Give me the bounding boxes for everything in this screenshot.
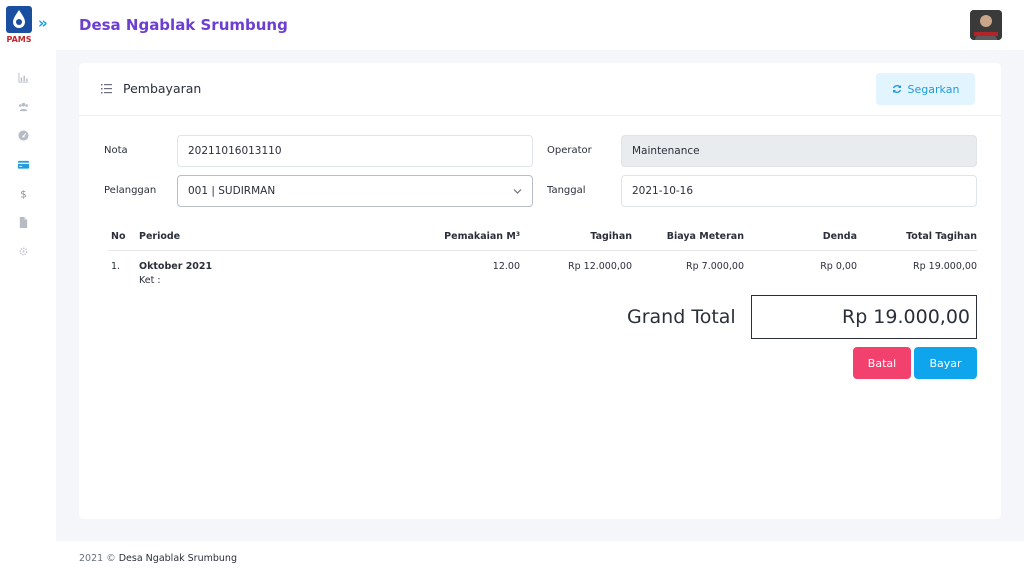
sidebar-item-finance[interactable]: $ <box>0 182 46 204</box>
sidebar-item-chart[interactable] <box>0 66 46 88</box>
sidebar-toggle-icon[interactable]: » <box>38 14 54 32</box>
pelanggan-select[interactable]: 001 | SUDIRMAN <box>177 175 533 207</box>
table-header-divider <box>108 250 977 251</box>
batal-button[interactable]: Batal <box>853 347 911 379</box>
pams-logo[interactable]: PAMS <box>6 6 32 44</box>
grand-total-label: Grand Total <box>627 306 736 328</box>
nota-field[interactable]: 20211016013110 <box>177 135 533 167</box>
user-avatar[interactable] <box>970 10 1002 40</box>
row-denda: Rp 0,00 <box>820 261 857 272</box>
row-periode: Oktober 2021 <box>139 261 213 272</box>
app-title: Desa Ngablak Srumbung <box>79 16 288 34</box>
bayar-button[interactable]: Bayar <box>914 347 977 379</box>
sidebar-item-users[interactable] <box>0 95 46 117</box>
row-biaya-meteran: Rp 7.000,00 <box>686 261 744 272</box>
users-icon <box>18 102 28 111</box>
col-pemakaian: Pemakaian M3 <box>419 231 520 242</box>
row-no: 1. <box>111 261 121 272</box>
tanggal-field[interactable]: 2021-10-16 <box>621 175 977 207</box>
row-tagihan: Rp 12.000,00 <box>568 261 632 272</box>
col-pemakaian-sup: 3 <box>515 231 520 238</box>
footer-year: 2021 © <box>79 553 116 564</box>
col-no: No <box>111 231 126 242</box>
nota-label: Nota <box>104 145 128 156</box>
sidebar: PAMS $ <box>0 0 56 576</box>
col-denda: Denda <box>822 231 857 242</box>
list-icon <box>101 84 112 94</box>
card-title: Pembayaran <box>123 81 202 96</box>
tanggal-label: Tanggal <box>547 185 586 196</box>
topbar: » Desa Ngablak Srumbung <box>38 0 1024 50</box>
footer-brand: Desa Ngablak Srumbung <box>118 553 237 564</box>
chart-icon <box>17 72 28 83</box>
dashboard-gauge-icon <box>17 129 29 141</box>
gear-icon <box>19 247 27 255</box>
credit-card-icon <box>17 160 29 169</box>
col-biaya-meteran: Biaya Meteran <box>666 231 744 242</box>
sidebar-nav: $ <box>0 66 56 269</box>
pelanggan-selected-value: 001 | SUDIRMAN <box>188 185 276 197</box>
row-total-tagihan: Rp 19.000,00 <box>913 261 977 272</box>
dollar-icon: $ <box>20 189 26 198</box>
operator-field: Maintenance <box>621 135 977 167</box>
col-tagihan: Tagihan <box>590 231 632 242</box>
row-pemakaian: 12.00 <box>492 261 520 272</box>
operator-label: Operator <box>547 145 592 156</box>
sidebar-item-settings[interactable] <box>0 240 46 262</box>
footer: 2021 © Desa Ngablak Srumbung <box>56 541 1024 576</box>
col-periode: Periode <box>139 231 181 242</box>
footer-text: 2021 © Desa Ngablak Srumbung <box>79 553 237 564</box>
col-total-tagihan: Total Tagihan <box>906 231 977 242</box>
svg-text:PAMS: PAMS <box>6 35 31 44</box>
refresh-label: Segarkan <box>907 82 960 96</box>
chevron-down-icon <box>513 189 522 194</box>
sidebar-item-report[interactable] <box>0 211 46 233</box>
pelanggan-label: Pelanggan <box>104 185 157 196</box>
col-pemakaian-label: Pemakaian M <box>444 231 516 242</box>
refresh-icon <box>892 84 901 94</box>
svg-text:$: $ <box>20 189 26 198</box>
row-ket: Ket : <box>139 275 161 286</box>
sidebar-item-dashboard[interactable] <box>0 124 46 146</box>
card-header: Pembayaran Segarkan <box>79 63 1001 116</box>
grand-total-value: Rp 19.000,00 <box>751 295 977 339</box>
sidebar-item-payment[interactable] <box>0 153 46 175</box>
document-icon <box>19 216 27 228</box>
payment-card: Pembayaran Segarkan Nota 20211016013110 … <box>79 63 1001 519</box>
refresh-button[interactable]: Segarkan <box>876 73 975 105</box>
